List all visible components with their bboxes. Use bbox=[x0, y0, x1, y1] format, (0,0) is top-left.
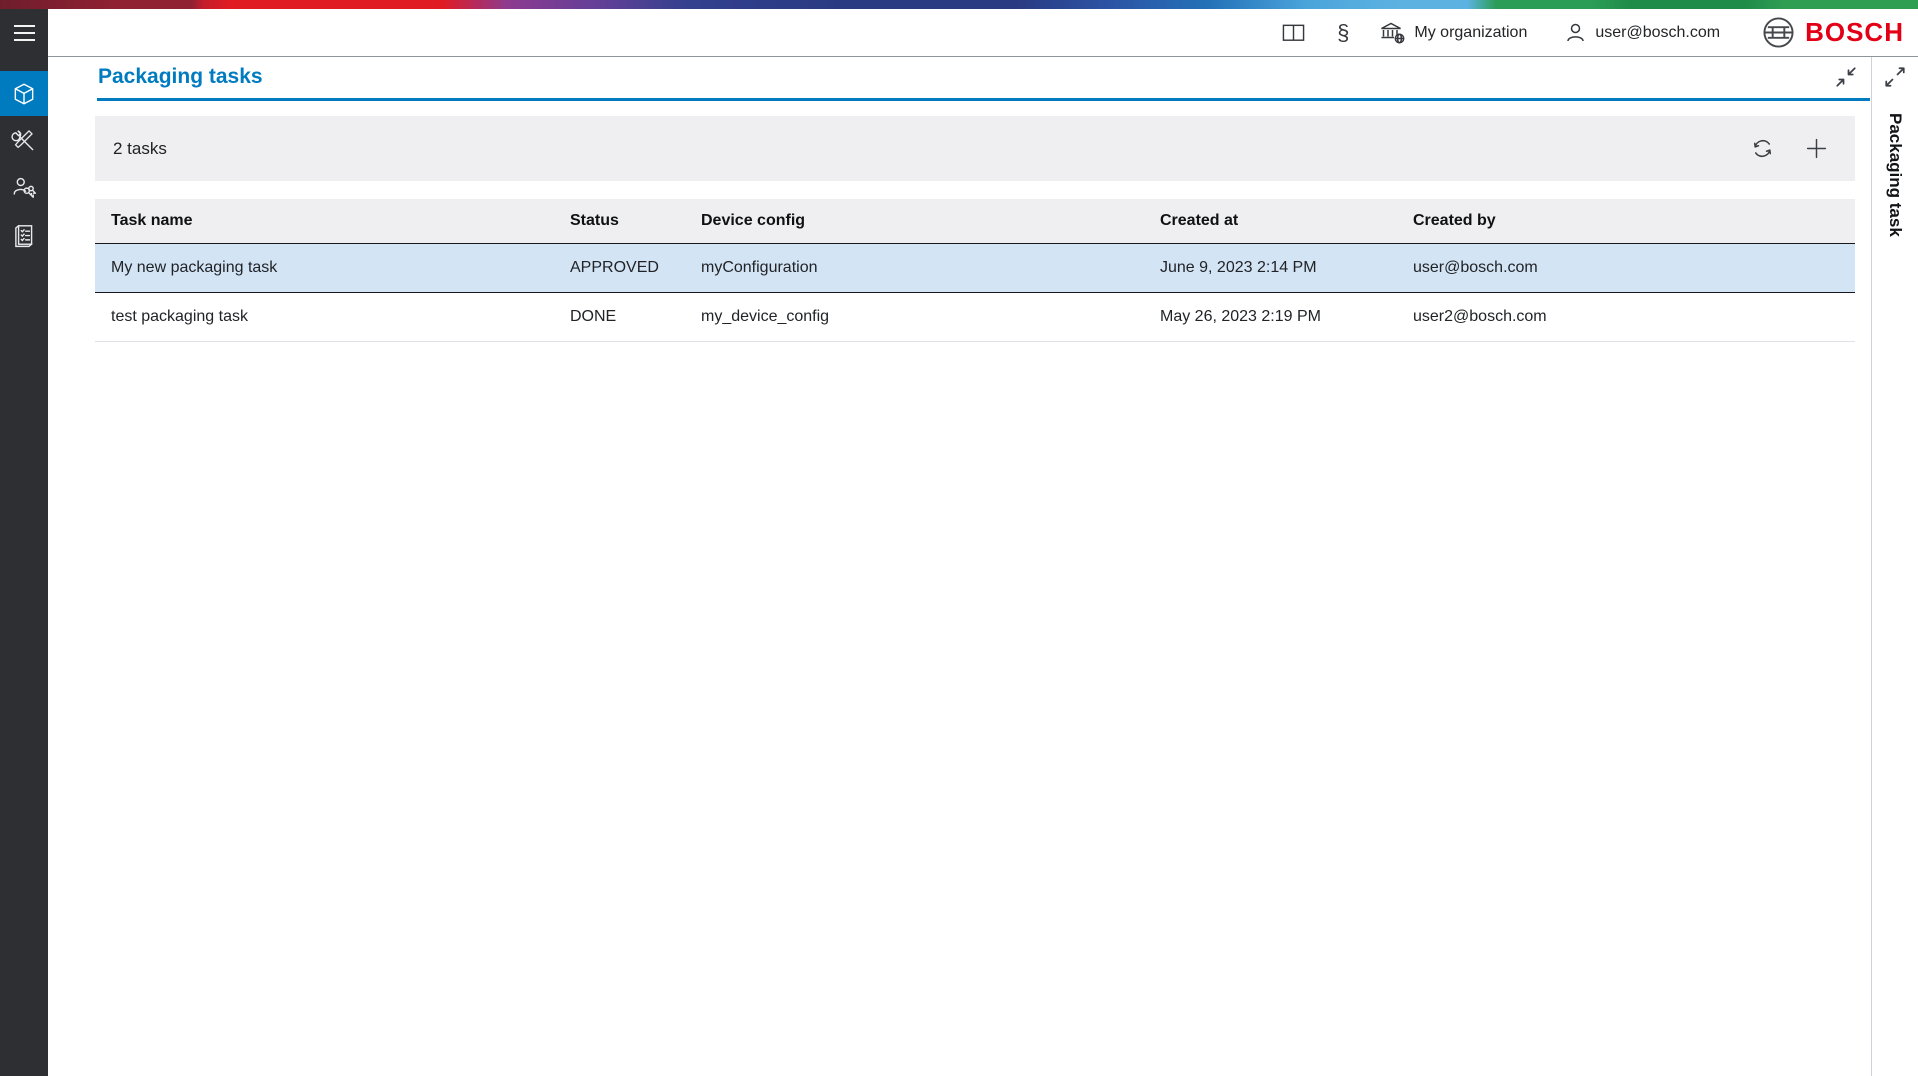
organization-bank-icon bbox=[1379, 21, 1406, 45]
organization-label: My organization bbox=[1414, 24, 1527, 42]
refresh-icon[interactable] bbox=[1749, 135, 1776, 162]
sidebar-item-packaging[interactable] bbox=[0, 71, 48, 116]
cell-task-name: test packaging task bbox=[111, 308, 570, 326]
sidebar-item-documents[interactable] bbox=[0, 212, 48, 257]
task-count-label: 2 tasks bbox=[113, 139, 167, 159]
main-panel: Packaging tasks 2 tasks Task name Sta bbox=[48, 57, 1870, 1076]
bosch-wordmark: BOSCH bbox=[1805, 17, 1904, 48]
tasks-table: Task name Status Device config Created a… bbox=[95, 199, 1855, 342]
cell-status: APPROVED bbox=[570, 259, 701, 277]
column-header-status[interactable]: Status bbox=[570, 212, 701, 230]
sidebar-item-user-access[interactable] bbox=[0, 165, 48, 210]
top-header-bar: § My organization user@bosch.com bbox=[48, 9, 1918, 57]
sidebar-item-tools[interactable] bbox=[0, 118, 48, 163]
sidebar-nav bbox=[0, 71, 48, 259]
column-header-task-name[interactable]: Task name bbox=[111, 212, 570, 230]
cell-task-name: My new packaging task bbox=[111, 259, 570, 277]
cell-status: DONE bbox=[570, 308, 701, 326]
expand-panel-icon[interactable] bbox=[1885, 67, 1905, 87]
bosch-supergraphic-strip bbox=[0, 0, 1918, 9]
table-row[interactable]: My new packaging task APPROVED myConfigu… bbox=[95, 244, 1855, 293]
paragraph-icon[interactable]: § bbox=[1337, 22, 1349, 44]
bosch-armature-icon bbox=[1762, 16, 1795, 49]
table-body: My new packaging task APPROVED myConfigu… bbox=[95, 244, 1855, 342]
open-book-icon[interactable] bbox=[1282, 23, 1305, 43]
package-cube-icon bbox=[11, 81, 37, 107]
cell-created-at: May 26, 2023 2:19 PM bbox=[1160, 308, 1413, 326]
organization-menu[interactable]: My organization bbox=[1379, 21, 1527, 45]
cell-created-by: user2@bosch.com bbox=[1413, 308, 1839, 326]
title-accent-rule bbox=[97, 98, 1870, 101]
cell-device-config: my_device_config bbox=[701, 308, 1160, 326]
user-icon bbox=[1565, 22, 1586, 43]
cell-device-config: myConfiguration bbox=[701, 259, 1160, 277]
left-sidebar bbox=[0, 9, 48, 1076]
cell-created-at: June 9, 2023 2:14 PM bbox=[1160, 259, 1413, 277]
page-title: Packaging tasks bbox=[98, 65, 263, 89]
table-row[interactable]: test packaging task DONE my_device_confi… bbox=[95, 293, 1855, 342]
column-header-created-by[interactable]: Created by bbox=[1413, 212, 1839, 230]
collapse-panel-icon[interactable] bbox=[1836, 67, 1856, 87]
user-menu[interactable]: user@bosch.com bbox=[1565, 22, 1720, 43]
column-header-device-config[interactable]: Device config bbox=[701, 212, 1160, 230]
rail-label[interactable]: Packaging task bbox=[1885, 113, 1905, 237]
user-email: user@bosch.com bbox=[1595, 24, 1720, 42]
add-task-icon[interactable] bbox=[1804, 136, 1829, 161]
cell-created-by: user@bosch.com bbox=[1413, 259, 1839, 277]
document-list-icon bbox=[11, 222, 37, 248]
user-keys-icon bbox=[11, 175, 37, 201]
table-toolbar: 2 tasks bbox=[95, 116, 1855, 181]
right-detail-rail: Packaging task bbox=[1871, 57, 1918, 1076]
tools-icon bbox=[11, 128, 37, 154]
bosch-logo: BOSCH bbox=[1762, 16, 1904, 49]
menu-hamburger-icon[interactable] bbox=[0, 9, 48, 57]
column-header-created-at[interactable]: Created at bbox=[1160, 212, 1413, 230]
table-header-row: Task name Status Device config Created a… bbox=[95, 199, 1855, 244]
